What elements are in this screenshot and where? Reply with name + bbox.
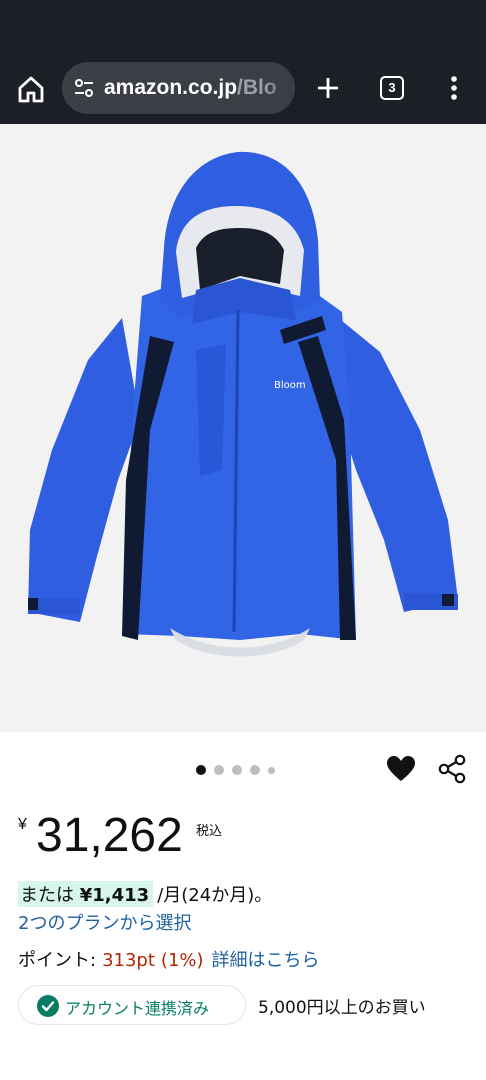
jacket-illustration: Bloom <box>28 151 458 657</box>
address-bar[interactable]: amazon.co.jp/Blo <box>62 62 295 114</box>
heart-icon[interactable] <box>386 755 416 783</box>
home-icon[interactable] <box>14 72 48 106</box>
price-amount: 31,262 <box>36 809 183 862</box>
points-percent: (1%) <box>160 950 204 971</box>
points-row: ポイント: 313pt (1%) 詳細はこちら <box>18 946 320 972</box>
more-menu-icon[interactable] <box>446 74 462 102</box>
url-fade <box>265 62 295 114</box>
site-settings-icon[interactable] <box>74 78 94 98</box>
installment-highlight: または ¥1,413 <box>18 881 154 907</box>
points-details-link[interactable]: 詳細はこちら <box>212 950 320 971</box>
url-host: amazon.co.jp <box>104 76 238 99</box>
carousel-dot[interactable] <box>232 765 242 775</box>
tab-switcher-icon[interactable]: 3 <box>380 76 404 100</box>
jacket-logo-text: Bloom <box>274 380 306 391</box>
points-label: ポイント: <box>18 950 97 971</box>
points-value: 313pt <box>102 950 155 971</box>
browser-toolbar: amazon.co.jp/Blo 3 <box>0 0 486 124</box>
carousel-dot[interactable] <box>196 765 206 775</box>
promo-text[interactable]: 5,000円以上のお買い <box>258 993 426 1018</box>
share-icon[interactable] <box>438 754 466 784</box>
carousel-dot[interactable] <box>214 765 224 775</box>
carousel-indicators[interactable] <box>196 764 275 776</box>
product-image[interactable]: Bloom <box>0 124 486 732</box>
carousel-dot[interactable] <box>250 765 260 775</box>
account-linked-text: アカウント連携済み <box>65 999 210 1018</box>
check-circle-icon <box>37 995 59 1017</box>
price-currency-symbol: ¥ <box>18 816 27 833</box>
installment-amount: ¥1,413 <box>79 885 150 906</box>
carousel-dot[interactable] <box>268 766 275 774</box>
new-tab-icon[interactable] <box>314 74 342 102</box>
installment-info: または ¥1,413 /月(24か月)。 <box>18 880 272 908</box>
url-text: amazon.co.jp/Blo <box>104 74 277 102</box>
account-linked-badge[interactable]: アカウント連携済み <box>18 985 246 1025</box>
plans-link[interactable]: 2つのプランから選択 <box>18 909 191 935</box>
installment-suffix: /月(24か月)。 <box>157 885 273 906</box>
tax-included-label: 税込 <box>196 824 223 839</box>
installment-prefix: または <box>20 885 74 906</box>
